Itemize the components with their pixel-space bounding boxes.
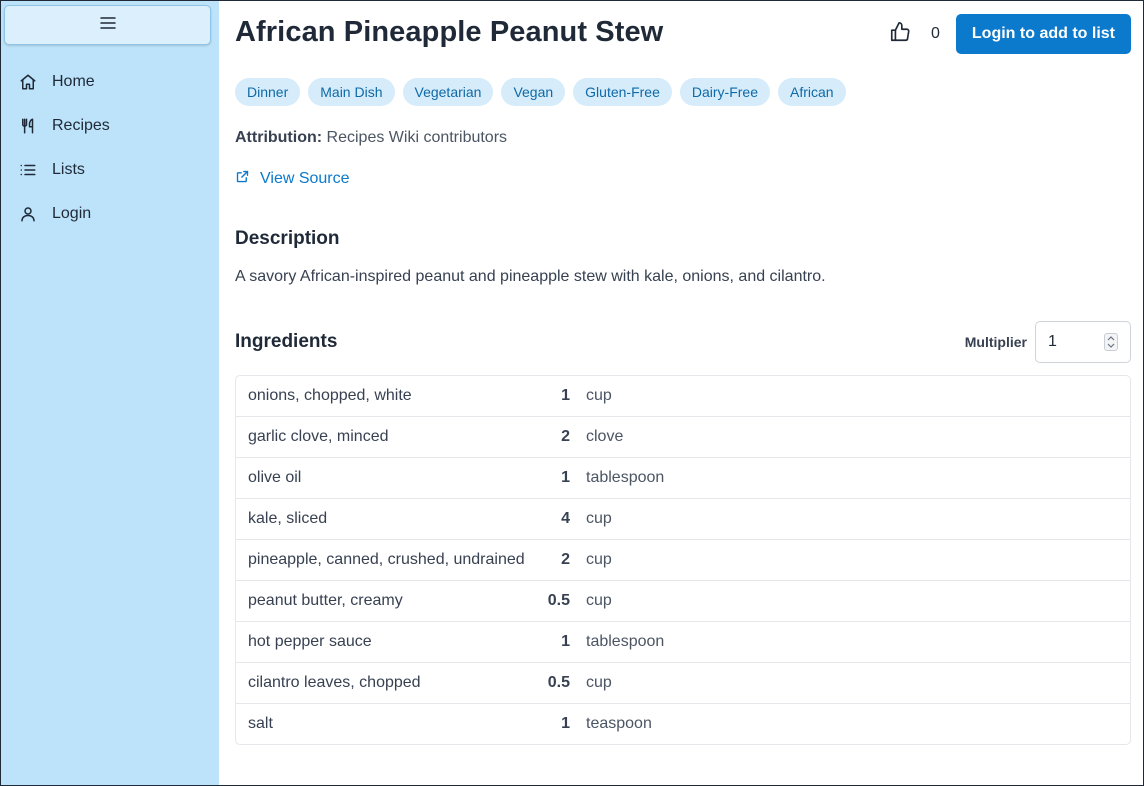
- ingredient-name: kale, sliced: [248, 510, 328, 527]
- header-actions: 0 Login to add to list: [889, 14, 1131, 54]
- tag-badge[interactable]: Vegetarian: [402, 78, 494, 106]
- sidebar-item-label: Lists: [52, 161, 85, 178]
- description-text: A savory African-inspired peanut and pin…: [235, 268, 826, 285]
- table-row: pineapple, canned, crushed, undrained 2 …: [236, 540, 1130, 581]
- sidebar: Home Recipes Lists Login: [1, 1, 219, 785]
- page-title: African Pineapple Peanut Stew: [235, 16, 664, 48]
- sidebar-item-label: Recipes: [52, 117, 110, 134]
- view-source-label: View Source: [260, 170, 350, 187]
- ingredient-unit: clove: [586, 428, 624, 445]
- stepper-arrows-icon: [1107, 336, 1115, 348]
- app-window: Home Recipes Lists Login African Pineapp…: [0, 0, 1144, 786]
- ingredient-unit: cup: [586, 510, 612, 527]
- table-row: salt 1 teaspoon: [236, 704, 1130, 744]
- ingredient-name: peanut butter, creamy: [248, 592, 403, 609]
- recipe-detail: African Pineapple Peanut Stew 0 Login to…: [219, 1, 1143, 785]
- sidebar-item-recipes[interactable]: Recipes: [4, 104, 213, 148]
- ingredient-name: olive oil: [248, 469, 302, 486]
- tag-badge[interactable]: Gluten-Free: [573, 78, 672, 106]
- ingredient-qty: 1: [561, 469, 570, 486]
- user-icon: [19, 205, 37, 223]
- ingredient-qty: 1: [561, 633, 570, 650]
- sidebar-item-label: Login: [52, 205, 92, 222]
- external-link-icon: [235, 169, 260, 189]
- ingredient-unit: cup: [586, 551, 612, 568]
- ingredient-name: cilantro leaves, chopped: [248, 674, 421, 691]
- login-to-add-button[interactable]: Login to add to list: [955, 14, 1131, 54]
- like-count: 0: [931, 25, 940, 42]
- ingredient-unit: teaspoon: [586, 715, 652, 732]
- tag-badge[interactable]: Dinner: [235, 78, 301, 106]
- ingredient-qty: 2: [561, 428, 570, 445]
- utensils-icon: [19, 117, 37, 135]
- ingredient-qty: 2: [561, 551, 570, 568]
- ingredient-unit: tablespoon: [586, 633, 665, 650]
- attribution: Attribution: Recipes Wiki contributors: [235, 129, 1131, 147]
- ingredient-name: salt: [248, 715, 273, 732]
- multiplier-field: [1035, 321, 1131, 363]
- table-row: garlic clove, minced 2 clove: [236, 417, 1130, 458]
- recipe-header: African Pineapple Peanut Stew 0 Login to…: [235, 1, 1131, 61]
- table-row: cilantro leaves, chopped 0.5 cup: [236, 663, 1130, 704]
- tag-badge[interactable]: African: [778, 78, 846, 106]
- table-row: onions, chopped, white 1 cup: [236, 376, 1130, 417]
- description-heading: Description: [235, 228, 340, 249]
- ingredient-name: hot pepper sauce: [248, 633, 372, 650]
- thumbs-up-icon: [889, 21, 911, 48]
- table-row: kale, sliced 4 cup: [236, 499, 1130, 540]
- home-icon: [19, 73, 37, 91]
- table-row: peanut butter, creamy 0.5 cup: [236, 581, 1130, 622]
- multiplier-control: Multiplier: [965, 321, 1131, 363]
- ingredient-unit: cup: [586, 674, 612, 691]
- attribution-label: Attribution:: [235, 129, 323, 146]
- table-row: olive oil 1 tablespoon: [236, 458, 1130, 499]
- tag-badge[interactable]: Dairy-Free: [679, 78, 770, 106]
- ingredient-name: onions, chopped, white: [248, 387, 412, 404]
- sidebar-nav: Home Recipes Lists Login: [4, 60, 213, 236]
- sidebar-item-home[interactable]: Home: [4, 60, 213, 104]
- view-source-link[interactable]: View Source: [235, 169, 350, 189]
- ingredient-name: garlic clove, minced: [248, 428, 389, 445]
- ingredient-qty: 4: [561, 510, 570, 527]
- hamburger-icon: [99, 16, 116, 35]
- tag-badge[interactable]: Main Dish: [308, 78, 395, 106]
- menu-toggle-button[interactable]: [4, 5, 211, 45]
- ingredient-unit: cup: [586, 387, 612, 404]
- ingredients-heading: Ingredients: [235, 331, 338, 352]
- sidebar-item-login[interactable]: Login: [4, 192, 213, 236]
- ingredients-table: onions, chopped, white 1 cup garlic clov…: [235, 375, 1131, 745]
- ingredient-qty: 0.5: [547, 592, 570, 609]
- ingredient-qty: 1: [561, 715, 570, 732]
- tag-list: Dinner Main Dish Vegetarian Vegan Gluten…: [235, 78, 1131, 106]
- like-button[interactable]: 0: [889, 21, 940, 48]
- sidebar-item-lists[interactable]: Lists: [4, 148, 213, 192]
- table-row: hot pepper sauce 1 tablespoon: [236, 622, 1130, 663]
- multiplier-input[interactable]: [1048, 333, 1098, 351]
- multiplier-stepper[interactable]: [1104, 333, 1118, 351]
- ingredient-unit: tablespoon: [586, 469, 665, 486]
- ingredient-qty: 0.5: [547, 674, 570, 691]
- ingredients-header: Ingredients Multiplier: [235, 321, 1131, 363]
- tag-badge[interactable]: Vegan: [501, 78, 566, 106]
- ingredient-qty: 1: [561, 387, 570, 404]
- multiplier-label: Multiplier: [964, 334, 1027, 350]
- sidebar-item-label: Home: [52, 73, 95, 90]
- ingredient-name: pineapple, canned, crushed, undrained: [248, 551, 525, 568]
- attribution-value: Recipes Wiki contributors: [326, 129, 508, 146]
- ingredient-unit: cup: [586, 592, 612, 609]
- list-icon: [19, 161, 37, 179]
